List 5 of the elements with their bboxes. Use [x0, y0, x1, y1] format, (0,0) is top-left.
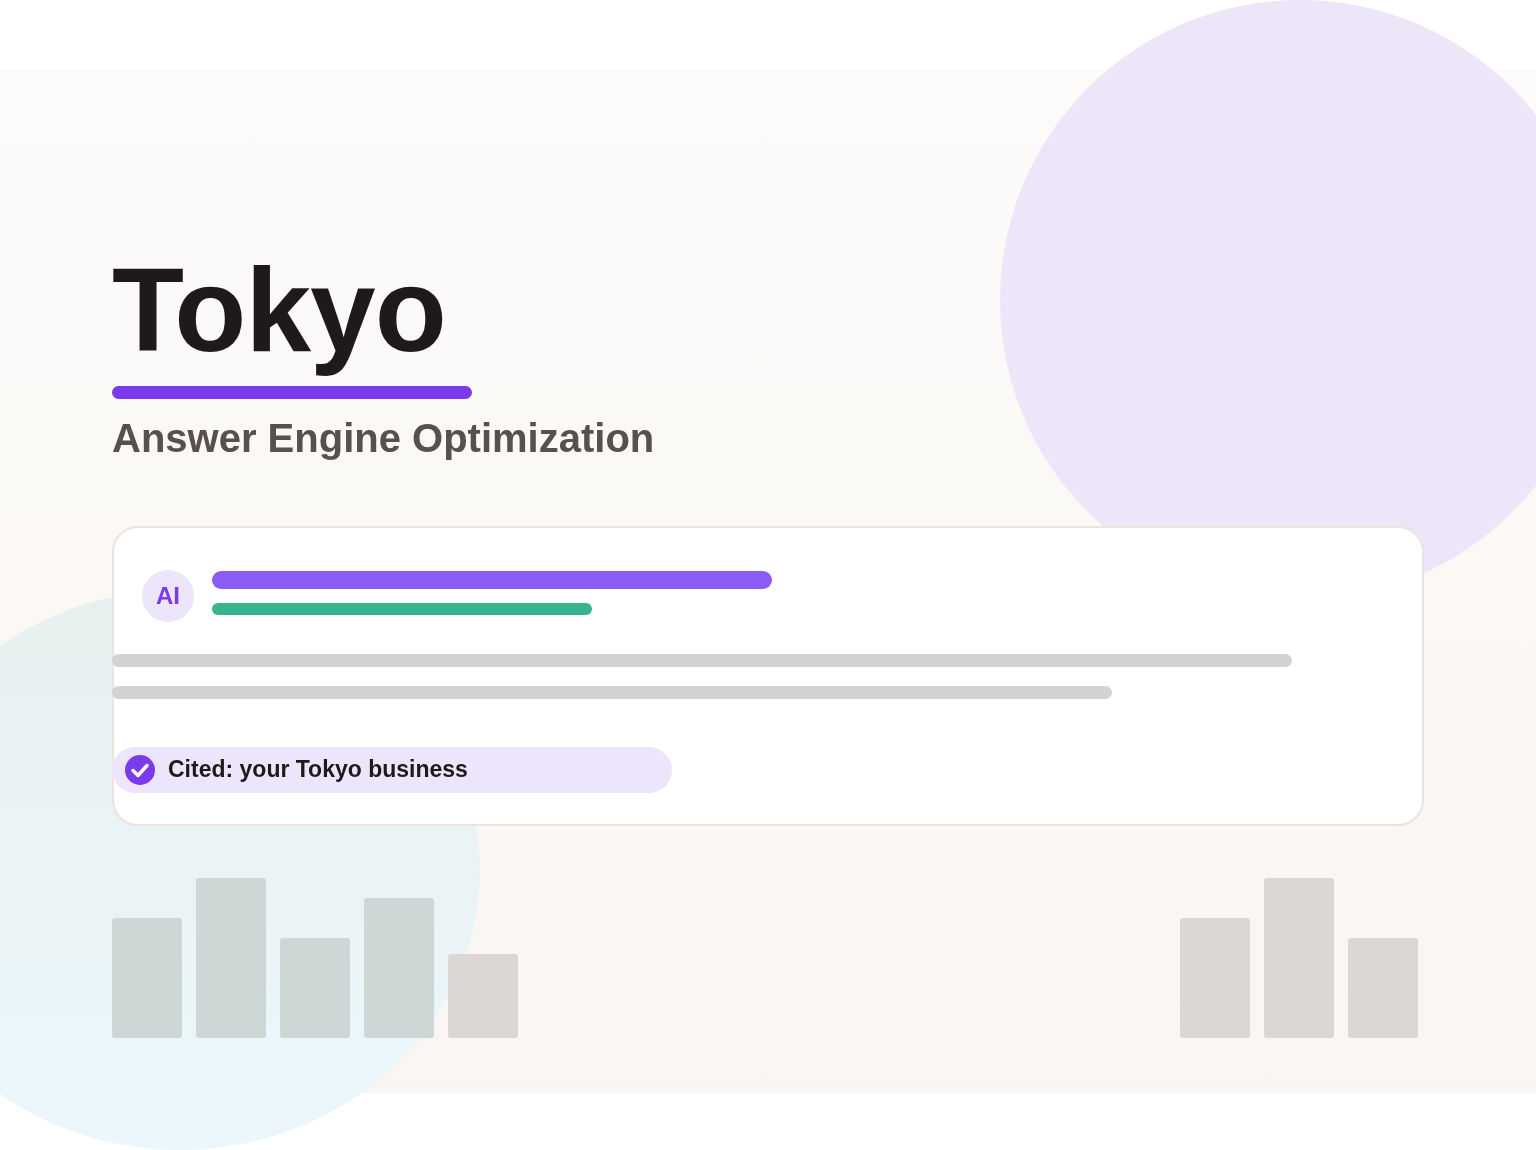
citation-text: Cited: your Tokyo business: [168, 756, 468, 784]
page-title: Tokyo: [112, 243, 446, 378]
page-subtitle: Answer Engine Optimization: [112, 417, 655, 458]
ai-avatar: AI: [142, 569, 194, 622]
check-circle-icon: [124, 753, 156, 786]
